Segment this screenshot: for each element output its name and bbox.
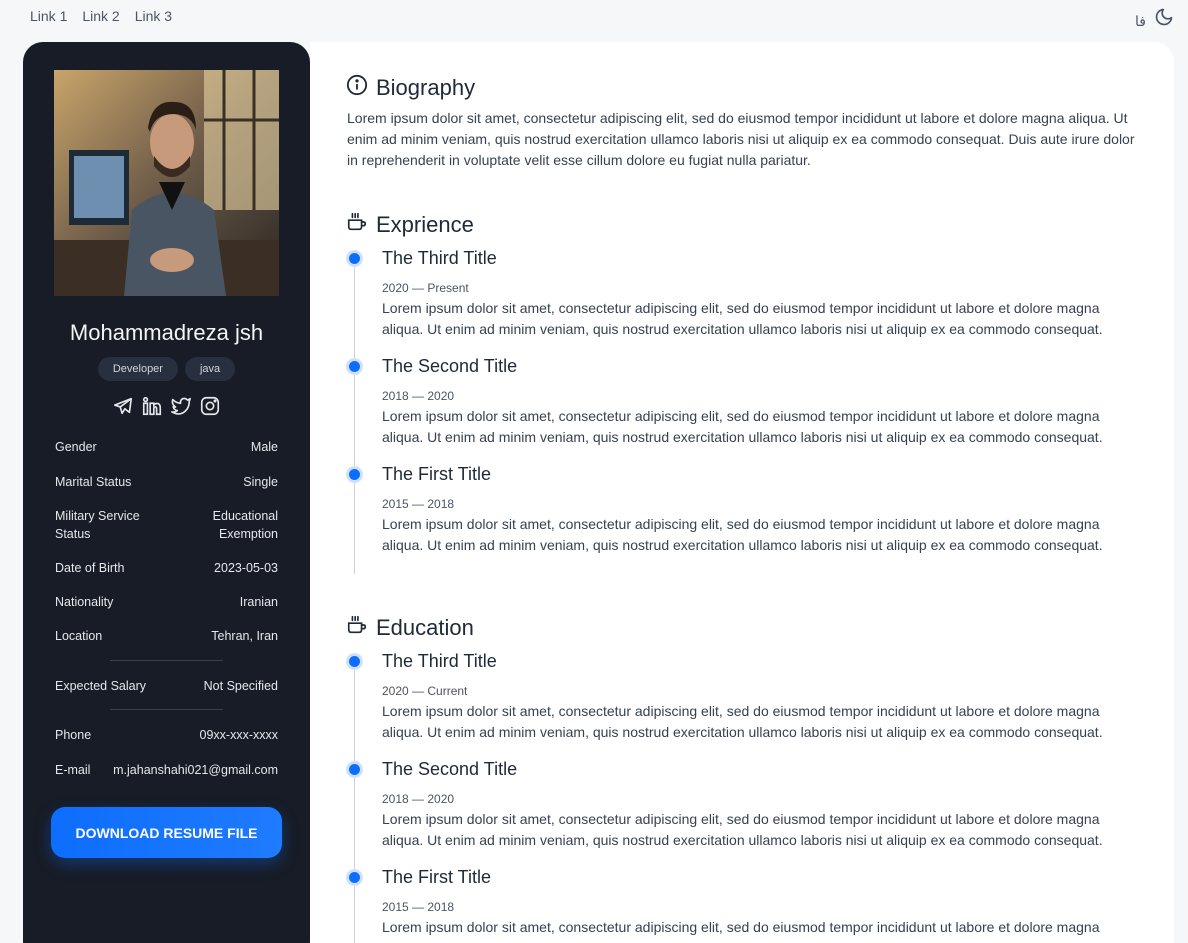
- info-label: Date of Birth: [55, 561, 125, 575]
- timeline-dot: [346, 653, 363, 670]
- info-value: Iranian: [239, 595, 278, 609]
- info-row-marital-status: Marital Status Single: [55, 473, 278, 491]
- avatar: [54, 70, 279, 296]
- info-row-gender: Gender Male: [55, 438, 278, 456]
- section-title: Biography: [376, 75, 476, 100]
- timeline-item-desc: Lorem ipsum dolor sit amet, consectetur …: [382, 300, 1103, 337]
- top-nav: Link 1 Link 2 Link 3: [30, 8, 172, 24]
- info-label: Nationality: [55, 595, 114, 609]
- info-value: Tehran, Iran: [211, 629, 278, 643]
- timeline-item-date: 2020 — Present: [382, 281, 469, 295]
- info-row-nationality: Nationality Iranian: [55, 593, 278, 611]
- education-heading: Education: [346, 614, 474, 642]
- timeline-item-title: The Third Title: [382, 651, 497, 671]
- profile-sidebar: Mohammadreza jsh Developer java Gender M…: [23, 42, 310, 943]
- timeline-item-desc: Lorem ipsum dolor sit amet, consectetur …: [382, 408, 1103, 445]
- timeline-item-desc: Lorem ipsum dolor sit amet, consectetur …: [382, 516, 1103, 553]
- info-label: E-mail: [55, 763, 91, 777]
- info-value: Single: [243, 475, 278, 489]
- timeline-dot: [346, 358, 363, 375]
- timeline-item-title: The Third Title: [382, 248, 497, 268]
- top-actions: فا: [1135, 7, 1174, 32]
- timeline-item-date: 2018 — 2020: [382, 389, 455, 403]
- moon-icon[interactable]: [1154, 7, 1174, 32]
- timeline-item-date: 2020 — Current: [382, 684, 468, 698]
- divider: [110, 660, 223, 661]
- info-value[interactable]: 09xx-xxx-xxxx: [200, 726, 278, 744]
- language-toggle[interactable]: فا: [1135, 13, 1146, 30]
- timeline-item-title: The First Title: [382, 464, 492, 484]
- tag-badge: Developer: [97, 357, 178, 381]
- biography-text: Lorem ipsum dolor sit amet, consectetur …: [347, 110, 1135, 168]
- main-content: Biography Lorem ipsum dolor sit amet, co…: [310, 42, 1174, 943]
- timeline-dot: [346, 869, 363, 886]
- info-label: Military Service Status: [55, 509, 140, 541]
- download-resume-button[interactable]: DOWNLOAD RESUME FILE: [51, 807, 282, 858]
- divider: [110, 709, 223, 710]
- timeline-dot: [346, 250, 363, 267]
- info-row-expected-salary: Expected Salary Not Specified: [55, 677, 278, 695]
- section-title: Education: [376, 615, 474, 640]
- info-row-phone: Phone 09xx-xxx-xxxx: [55, 726, 278, 744]
- timeline-dot: [346, 466, 363, 483]
- telegram-icon[interactable]: [112, 395, 134, 422]
- experience-heading: Exprience: [346, 211, 474, 239]
- timeline-item-date: 2015 — 2018: [382, 497, 455, 511]
- coffee-cup-icon: [346, 211, 368, 239]
- info-label: Location: [55, 629, 103, 643]
- timeline-item-date: 2018 — 2020: [382, 792, 455, 806]
- nav-link-3[interactable]: Link 3: [135, 8, 172, 24]
- info-value: 2023-05-03: [214, 561, 278, 575]
- timeline-line: [354, 258, 355, 574]
- info-label: Phone: [55, 728, 92, 742]
- profile-name: Mohammadreza jsh: [69, 320, 264, 345]
- nav-link-2[interactable]: Link 2: [82, 8, 119, 24]
- social-links: [23, 395, 310, 422]
- section-title: Exprience: [376, 212, 474, 237]
- info-value: Not Specified: [203, 679, 278, 693]
- info-label: Marital Status: [55, 475, 132, 489]
- instagram-icon[interactable]: [199, 395, 221, 422]
- timeline-item-desc: Lorem ipsum dolor sit amet, consectetur …: [382, 811, 1103, 848]
- timeline-item-title: The First Title: [382, 867, 492, 887]
- nav-link-1[interactable]: Link 1: [30, 8, 67, 24]
- info-icon: [346, 74, 368, 102]
- biography-heading: Biography: [346, 74, 475, 102]
- info-value: Male: [250, 440, 278, 454]
- info-value[interactable]: m.jahanshahi021@gmail.com: [113, 761, 278, 779]
- info-row-email: E-mail m.jahanshahi021@gmail.com: [55, 761, 278, 779]
- timeline-item-desc: Lorem ipsum dolor sit amet, consectetur …: [382, 919, 1103, 943]
- tag-badge: java: [184, 357, 236, 381]
- timeline-dot: [346, 761, 363, 778]
- info-label: Gender: [55, 440, 97, 454]
- info-row-military-service: Military Service Status Educational Exem…: [55, 507, 278, 543]
- timeline-item-desc: Lorem ipsum dolor sit amet, consectetur …: [382, 703, 1103, 740]
- twitter-icon[interactable]: [170, 395, 192, 422]
- timeline-item-date: 2015 — 2018: [382, 900, 455, 914]
- timeline-item-title: The Second Title: [382, 759, 518, 779]
- info-row-date-of-birth: Date of Birth 2023-05-03: [55, 559, 278, 577]
- linkedin-icon[interactable]: [141, 395, 163, 422]
- timeline-item-title: The Second Title: [382, 356, 518, 376]
- profile-tags: Developer java: [23, 357, 310, 381]
- info-row-location: Location Tehran, Iran: [55, 627, 278, 645]
- timeline-line: [354, 661, 355, 943]
- info-value: Educational Exemption: [212, 509, 278, 541]
- coffee-cup-icon: [346, 614, 368, 642]
- info-label: Expected Salary: [55, 679, 147, 693]
